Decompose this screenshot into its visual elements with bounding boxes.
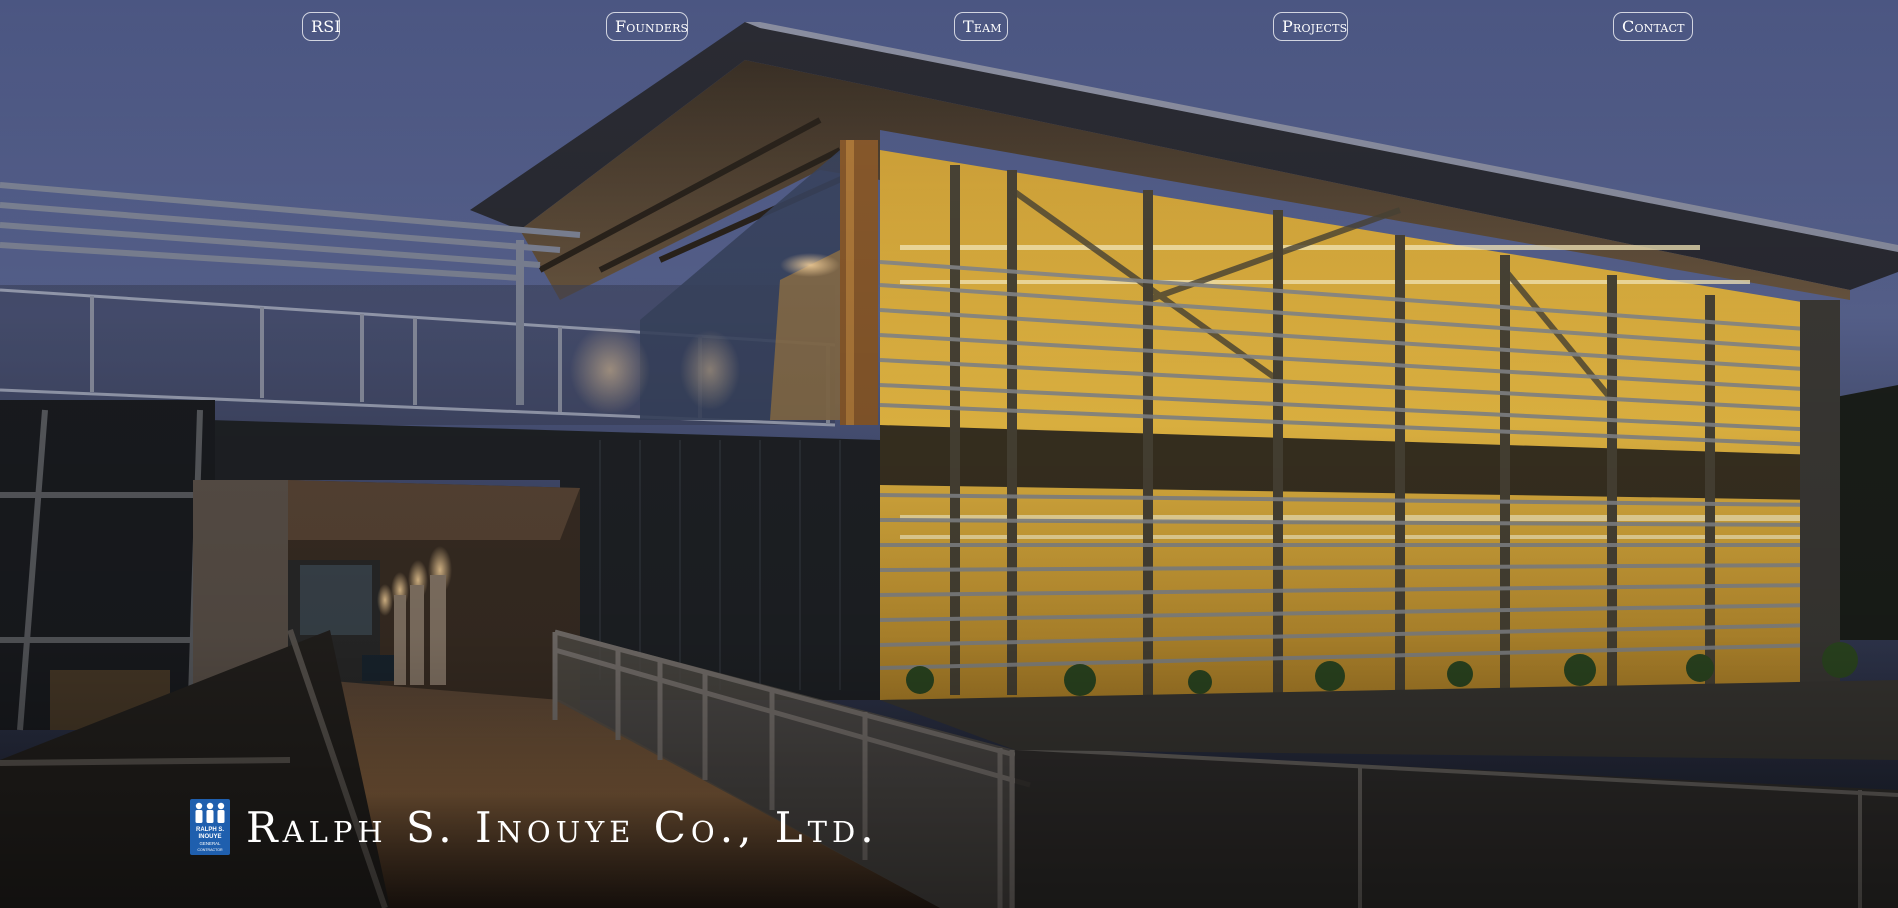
hero-section: RSI Founders Team Projects Contact RALPH… [0,0,1898,908]
nav-link-contact[interactable]: Contact [1613,12,1693,41]
nav-link-team[interactable]: Team [954,12,1008,41]
svg-text:CONTRACTOR: CONTRACTOR [197,848,223,852]
nav-link-projects[interactable]: Projects [1273,12,1348,41]
company-name: Ralph S. Inouye Co., Ltd. [246,802,879,852]
nav-link-founders[interactable]: Founders [606,12,688,41]
brand[interactable]: RALPH S. INOUYE GENERAL CONTRACTOR Ralph… [190,798,879,856]
hero-background-image [0,0,1898,908]
nav-link-rsi[interactable]: RSI [302,12,341,41]
top-navigation: RSI Founders Team Projects Contact [0,12,1898,44]
svg-text:RALPH S.: RALPH S. [196,827,224,833]
svg-text:GENERAL: GENERAL [200,841,222,846]
svg-text:INOUYE: INOUYE [198,834,221,840]
company-logo-icon: RALPH S. INOUYE GENERAL CONTRACTOR [190,799,230,855]
